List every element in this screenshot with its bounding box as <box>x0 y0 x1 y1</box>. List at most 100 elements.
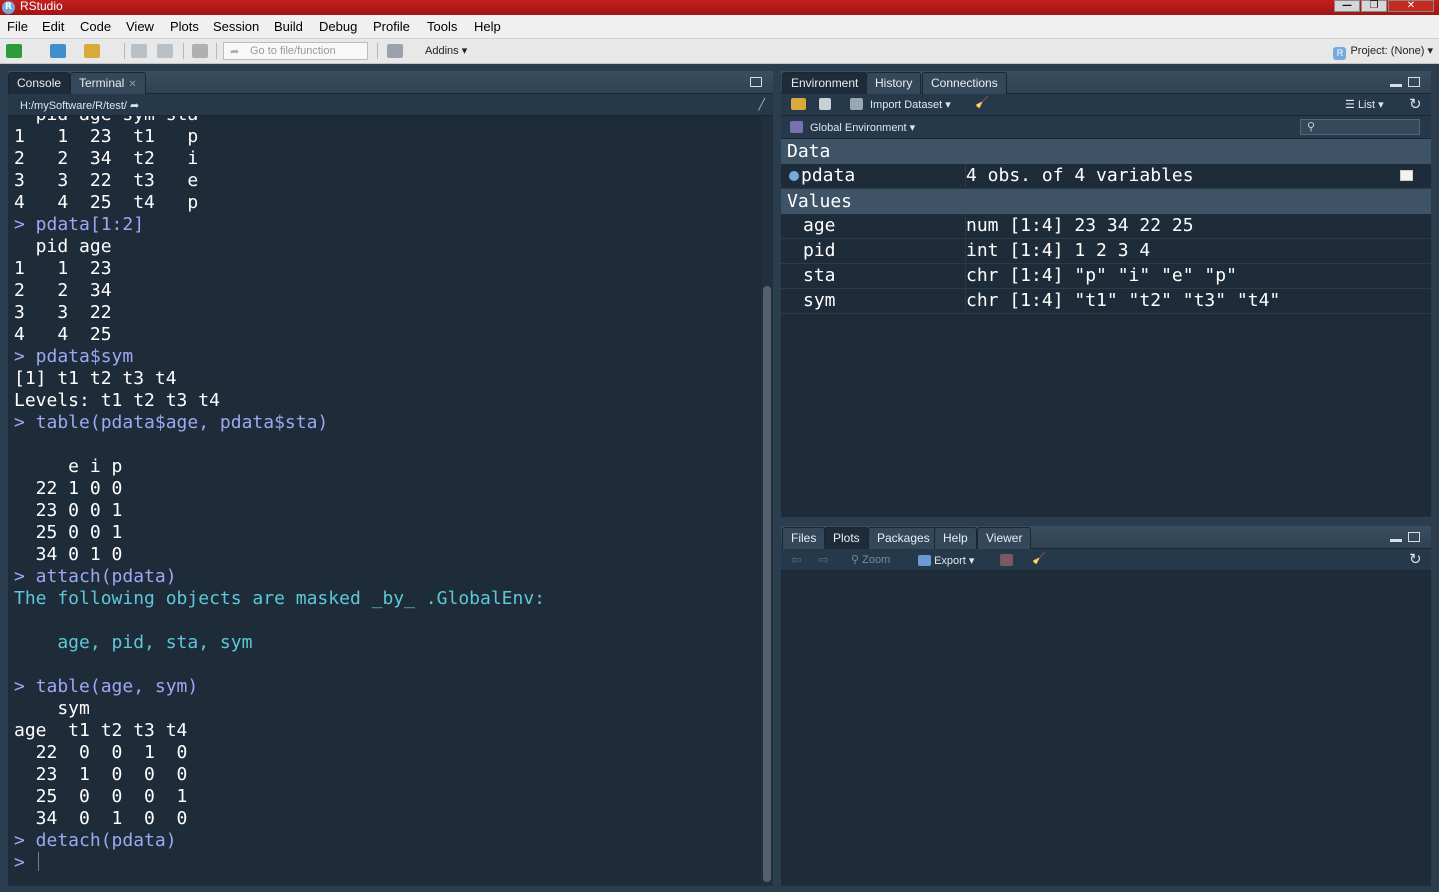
tab-help[interactable]: Help <box>934 527 977 549</box>
new-file-icon[interactable] <box>6 44 22 58</box>
save-icon[interactable] <box>131 44 147 58</box>
tab-environment[interactable]: Environment <box>782 72 868 94</box>
files-plots-pane: Files Plots Packages Help Viewer ⇦ ⇨ ⚲ Z… <box>781 526 1431 886</box>
console-scroll-thumb[interactable] <box>763 286 771 882</box>
restore-window-button[interactable]: ❐ <box>1361 0 1387 12</box>
text-cursor <box>37 852 39 871</box>
menu-tools[interactable]: Tools <box>427 19 457 34</box>
console-output-line: 3 3 22 <box>14 302 112 323</box>
refresh-icon[interactable]: ↻ <box>1409 550 1422 568</box>
remove-plot-icon[interactable] <box>1000 554 1013 566</box>
menu-edit[interactable]: Edit <box>42 19 64 34</box>
new-project-icon[interactable] <box>50 44 66 58</box>
menu-debug[interactable]: Debug <box>319 19 357 34</box>
minimize-pane-icon[interactable] <box>1390 84 1402 87</box>
tab-files[interactable]: Files <box>782 527 826 549</box>
close-window-button[interactable]: ✕ <box>1388 0 1434 12</box>
console-output-line: pid age sym sta <box>14 116 545 126</box>
tab-history[interactable]: History <box>866 72 922 94</box>
menu-code[interactable]: Code <box>80 19 111 34</box>
tab-console[interactable]: Console <box>8 72 71 94</box>
env-row-sta[interactable]: sta chr [1:4] "p" "i" "e" "p" <box>781 264 1431 289</box>
maximize-pane-icon[interactable] <box>1408 77 1420 87</box>
clear-plots-icon[interactable]: 🧹 <box>1032 552 1046 565</box>
env-search-input[interactable]: ⚲ <box>1300 119 1420 135</box>
workspace-panes-icon[interactable] <box>387 44 403 58</box>
maximize-pane-icon[interactable] <box>1408 532 1420 542</box>
console-output[interactable]: pid age sym sta1 1 23 t1 p2 2 34 t2 i3 3… <box>8 116 758 886</box>
env-row-age[interactable]: age num [1:4] 23 34 22 25 <box>781 214 1431 239</box>
tab-connections[interactable]: Connections <box>922 72 1007 94</box>
env-table: Data pdata 4 obs. of 4 variables Values … <box>781 139 1431 314</box>
env-row-pdata[interactable]: pdata 4 obs. of 4 variables <box>781 164 1431 189</box>
expand-icon[interactable] <box>789 171 799 181</box>
menu-file[interactable]: File <box>7 19 28 34</box>
minimize-window-button[interactable]: — <box>1334 0 1360 12</box>
console-prompt[interactable]: > <box>14 852 545 874</box>
save-workspace-icon[interactable] <box>819 98 831 110</box>
load-workspace-icon[interactable] <box>791 98 806 110</box>
view-data-grid-icon[interactable] <box>1400 170 1413 181</box>
toolbar-divider <box>124 43 125 59</box>
env-row-sym[interactable]: sym chr [1:4] "t1" "t2" "t3" "t4" <box>781 289 1431 314</box>
forward-arrow-icon[interactable]: ⇨ <box>818 552 829 568</box>
console-working-dir[interactable]: H:/mySoftware/R/test/ ➦ <box>20 99 139 112</box>
addins-menu[interactable]: Addins ▾ <box>425 44 467 57</box>
broom-icon[interactable]: 🧹 <box>975 96 989 109</box>
global-environment-menu[interactable]: Global Environment ▾ <box>810 121 915 134</box>
console-output-line: 2 2 34 <box>14 280 112 301</box>
back-arrow-icon[interactable]: ⇦ <box>791 552 802 568</box>
menu-profile[interactable]: Profile <box>373 19 410 34</box>
menu-session[interactable]: Session <box>213 19 259 34</box>
zoom-icon: ⚲ <box>851 554 860 566</box>
tab-terminal[interactable]: Terminal ✕ <box>70 72 146 94</box>
console-prompt-symbol: > <box>14 852 36 873</box>
zoom-button[interactable]: ⚲ Zoom <box>851 553 890 566</box>
tab-terminal-label: Terminal <box>79 76 125 90</box>
restore-pane-icon[interactable] <box>750 77 762 87</box>
menu-help[interactable]: Help <box>474 19 501 34</box>
project-label: Project: (None) ▾ <box>1350 45 1433 57</box>
console-text: pid age sym sta1 1 23 t1 p2 2 34 t2 i3 3… <box>14 116 545 874</box>
tab-viewer[interactable]: Viewer <box>977 527 1032 549</box>
goto-dir-icon[interactable]: ➦ <box>130 100 139 112</box>
env-var-value: 4 obs. of 4 variables <box>965 164 1431 187</box>
list-view-menu[interactable]: ☰ List ▾ <box>1345 98 1384 111</box>
console-output-line: 25 0 0 1 <box>14 522 123 543</box>
main-toolbar: ➦ Go to file/function Addins ▾ R Project:… <box>0 39 1439 64</box>
console-command-line: > attach(pdata) <box>14 566 177 587</box>
close-icon[interactable]: ✕ <box>128 79 136 90</box>
console-output-line: age t1 t2 t3 t4 <box>14 720 188 741</box>
env-var-name: pdata <box>801 165 856 186</box>
menu-bar: File Edit Code View Plots Session Build … <box>0 15 1439 39</box>
console-command-line: > detach(pdata) <box>14 830 177 851</box>
console-command-line: > table(pdata$age, pdata$sta) <box>14 412 329 433</box>
env-var-name: sym <box>803 290 836 311</box>
open-file-icon[interactable] <box>84 44 100 58</box>
console-output-line: 23 1 0 0 0 <box>14 764 188 785</box>
console-output-line: sym <box>14 698 90 719</box>
console-output-line: 1 1 23 <box>14 258 112 279</box>
env-var-value: chr [1:4] "t1" "t2" "t3" "t4" <box>965 289 1431 312</box>
tab-packages[interactable]: Packages <box>868 527 939 549</box>
env-row-pid[interactable]: pid int [1:4] 1 2 3 4 <box>781 239 1431 264</box>
print-icon[interactable] <box>192 44 208 58</box>
console-output-line: pid age <box>14 236 112 257</box>
export-menu[interactable]: Export ▾ <box>918 553 974 567</box>
minimize-pane-icon[interactable] <box>1390 539 1402 542</box>
menu-view[interactable]: View <box>126 19 154 34</box>
files-tab-bar: Files Plots Packages Help Viewer <box>781 526 1431 549</box>
import-dataset-button[interactable]: Import Dataset ▾ <box>870 98 951 111</box>
refresh-icon[interactable]: ↻ <box>1409 95 1422 113</box>
window-title: RStudio <box>20 0 63 13</box>
save-all-icon[interactable] <box>157 44 173 58</box>
console-scrollbar[interactable] <box>761 116 773 886</box>
console-output-line: [1] t1 t2 t3 t4 <box>14 368 177 389</box>
clear-console-icon[interactable]: ╱ <box>758 98 765 111</box>
plots-toolbar: ⇦ ⇨ ⚲ Zoom Export ▾ 🧹 ↻ <box>781 549 1431 571</box>
menu-build[interactable]: Build <box>274 19 303 34</box>
project-menu[interactable]: R Project: (None) ▾ <box>1333 44 1433 60</box>
tab-plots[interactable]: Plots <box>824 527 869 549</box>
goto-file-input[interactable]: ➦ Go to file/function <box>223 42 368 60</box>
menu-plots[interactable]: Plots <box>170 19 199 34</box>
